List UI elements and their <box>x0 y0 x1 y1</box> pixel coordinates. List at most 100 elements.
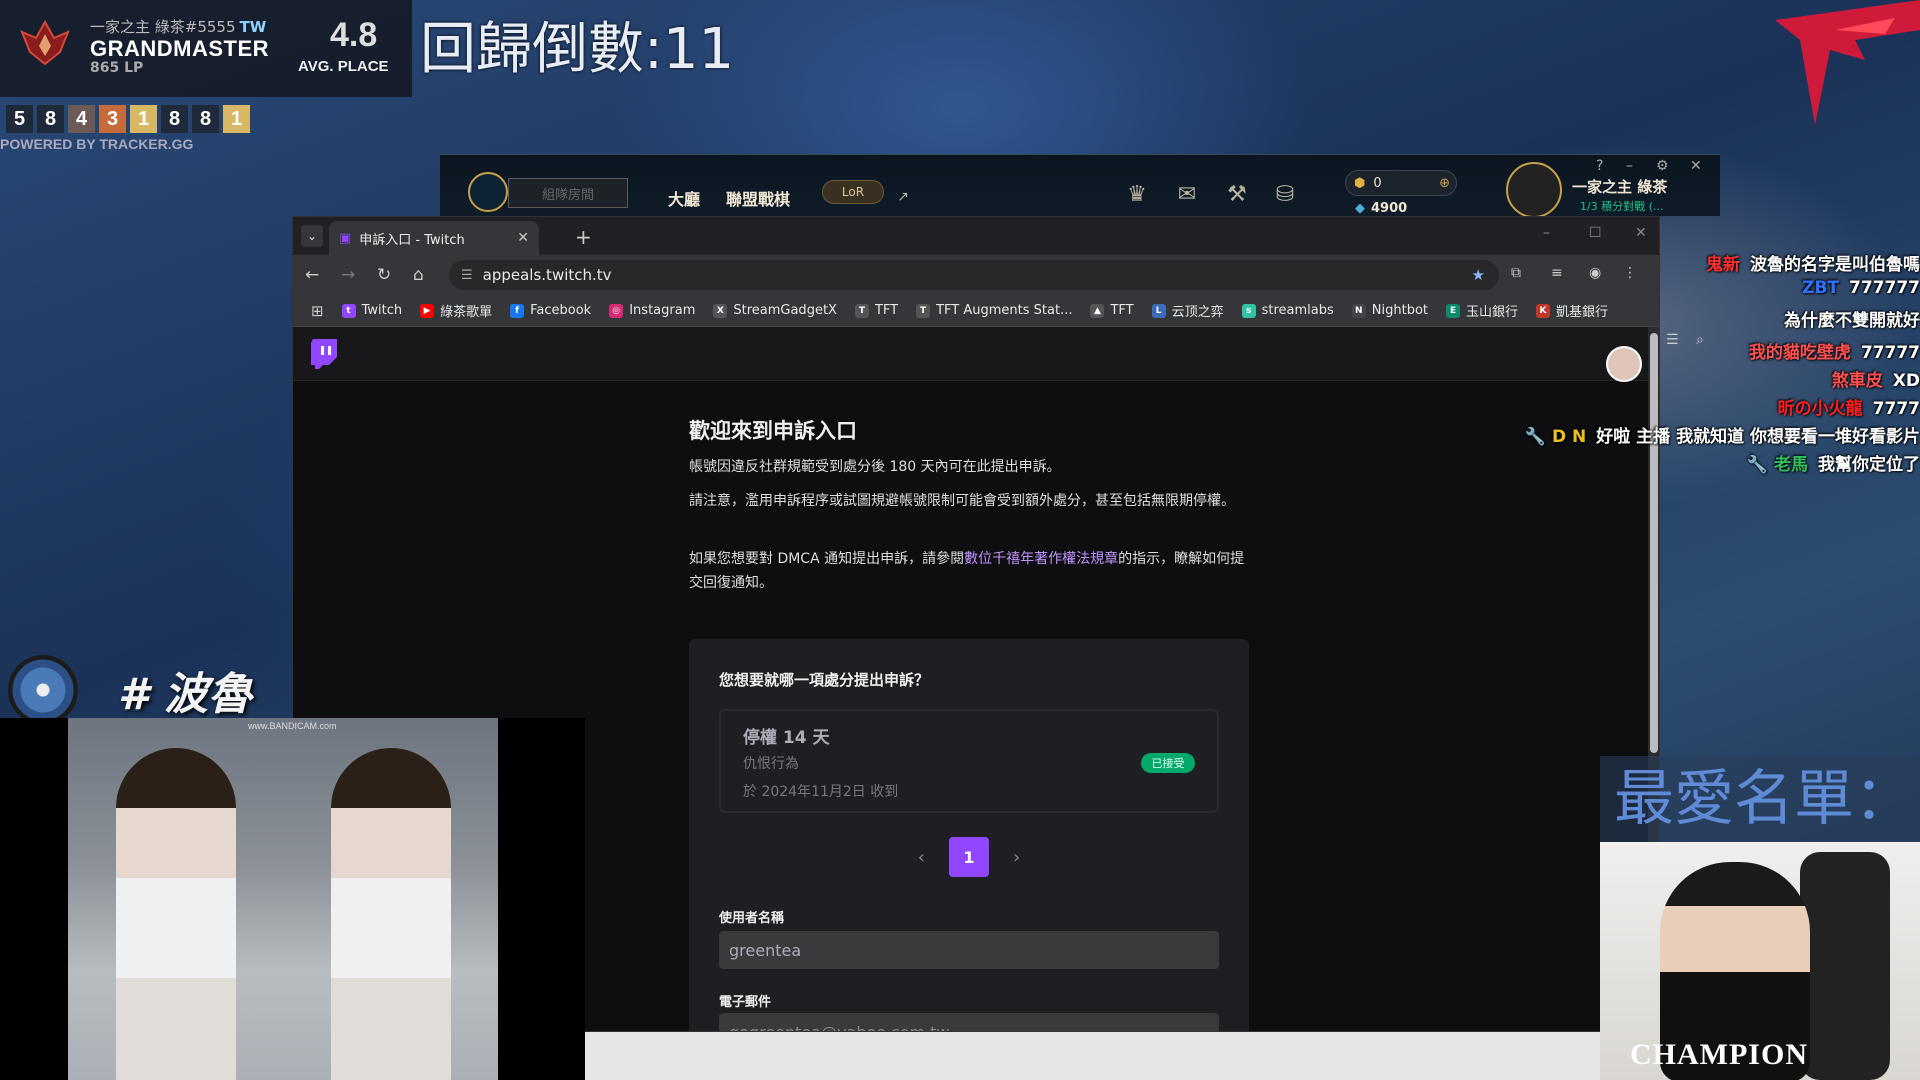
bookmark-item[interactable]: E 玉山銀行 <box>1446 301 1518 320</box>
music-disc-icon <box>8 655 78 725</box>
bookmark-item[interactable]: X StreamGadgetX <box>713 303 837 318</box>
riot-points[interactable]: ⬢ 0 ⊕ <box>1345 170 1457 196</box>
bookmark-item[interactable]: L 云顶之弈 <box>1151 301 1224 320</box>
lol-room-box[interactable]: 組隊房間 <box>508 178 628 208</box>
lol-play-button[interactable] <box>468 172 508 212</box>
countdown-text: 回歸倒數:11 <box>420 17 735 82</box>
page-button[interactable]: 1 <box>949 837 989 877</box>
bookmark-label: Twitch <box>361 303 403 318</box>
store-icon[interactable]: ⛁ <box>1272 182 1298 208</box>
status-badge: 已接受 <box>1141 753 1195 773</box>
lol-close-button[interactable]: ✕ <box>1690 158 1702 174</box>
bookmark-item[interactable]: T TFT <box>854 303 898 318</box>
bookmark-item[interactable]: T TFT Augments Stat... <box>916 303 1072 318</box>
bookmark-item[interactable]: ▶ 綠茶歌單 <box>420 301 492 320</box>
reload-icon[interactable]: ↻ <box>377 265 391 285</box>
bookmark-favicon-icon: ◎ <box>609 303 624 318</box>
username-field[interactable]: greentea <box>719 931 1219 969</box>
mail-icon[interactable]: ✉ <box>1174 182 1200 208</box>
pagination: ‹ 1 › <box>689 837 1249 877</box>
rp-value: 0 <box>1373 175 1382 191</box>
powered-by: POWERED BY TRACKER.GG <box>0 136 194 152</box>
menu-icon[interactable]: ⋮ <box>1623 265 1637 281</box>
chat-username: 煞車皮 <box>1831 371 1883 391</box>
chat-search-icon[interactable]: ⌕ <box>1696 332 1704 348</box>
placement-chip: 5 <box>6 105 33 133</box>
hashtag-text: # 波魯 <box>118 669 252 720</box>
bookmark-favicon-icon: L <box>1151 303 1166 318</box>
crafting-icon[interactable]: ⚒ <box>1224 182 1250 208</box>
twitch-logo-icon[interactable] <box>311 339 337 369</box>
avg-place-label: AVG. PLACE <box>298 58 389 75</box>
dmca-link[interactable]: 數位千禧年著作權法規章 <box>964 551 1118 567</box>
twitch-favicon-icon: ▣ <box>339 230 352 246</box>
bookmark-item[interactable]: ◎ Instagram <box>609 303 695 318</box>
tab-close-icon[interactable]: ✕ <box>517 230 529 246</box>
media-icon[interactable]: ≡ <box>1551 265 1563 281</box>
next-page-icon[interactable]: › <box>1013 847 1020 868</box>
placement-chip: 8 <box>37 105 64 133</box>
chat-username: ZBT <box>1802 278 1840 298</box>
external-link-icon[interactable]: ↗ <box>890 184 916 210</box>
new-tab-button[interactable]: + <box>575 225 592 249</box>
bookmark-item[interactable]: f Facebook <box>510 303 591 318</box>
add-rp-icon[interactable]: ⊕ <box>1439 176 1450 191</box>
url-input[interactable]: ☰ appeals.twitch.tv ★ <box>449 260 1499 290</box>
video-person <box>115 748 236 1080</box>
video-person <box>330 748 451 1080</box>
bookmark-item[interactable]: t Twitch <box>341 303 403 318</box>
chat-message: 我的貓吃壁虎 77777 <box>1749 338 1920 363</box>
bookmark-item[interactable]: K 凱基銀行 <box>1536 301 1608 320</box>
lol-nav-lobby[interactable]: 大廳 <box>668 186 700 210</box>
lol-nav-tft[interactable]: 聯盟戰棋 <box>726 186 790 210</box>
lol-settings-button[interactable]: ⚙ <box>1656 158 1669 174</box>
intro-paragraph-1: 帳號因違反社群規範受到處分後 180 天內可在此提出申訴。 <box>689 459 1061 475</box>
chat-list-icon[interactable]: ☰ <box>1666 332 1679 348</box>
browser-minimize-button[interactable]: – <box>1543 225 1550 241</box>
be-value: 4900 <box>1371 201 1408 216</box>
team-logo-icon <box>1775 0 1920 125</box>
prev-page-icon[interactable]: ‹ <box>918 847 925 868</box>
tab-appeals[interactable]: ▣ 申訴入口 - Twitch ✕ <box>329 221 539 255</box>
bookmark-item[interactable]: ▲ TFT <box>1090 303 1134 318</box>
extension-icon[interactable]: ⧉ <box>1511 265 1521 281</box>
lol-minimize-button[interactable]: – <box>1626 158 1633 174</box>
bookmark-item[interactable]: s streamlabs <box>1241 303 1334 318</box>
rank-player-name: 一家之主 綠茶#5555 TW <box>90 18 267 36</box>
chat-text: XD <box>1892 371 1920 391</box>
back-icon[interactable]: ← <box>305 265 319 285</box>
blue-essence: ◆ 4900 <box>1355 201 1407 216</box>
home-icon[interactable]: ⌂ <box>413 265 424 285</box>
sanction-item[interactable]: 停權 14 天 仇恨行為 於 2024年11月2日 收到 已接受 <box>719 709 1219 813</box>
summoner-avatar[interactable] <box>1506 162 1562 218</box>
lol-help-button[interactable]: ? <box>1596 158 1603 174</box>
forward-icon[interactable]: → <box>341 265 355 285</box>
bookmark-label: 凱基銀行 <box>1556 305 1609 320</box>
video-frame-left <box>68 718 283 1080</box>
address-bar: ← → ↻ ⌂ ☰ appeals.twitch.tv ★ ⧉ ≡ ◉ ⋮ <box>293 255 1659 295</box>
browser-maximize-button[interactable]: ☐ <box>1589 225 1602 241</box>
lol-lor-button[interactable]: LoR <box>822 180 884 204</box>
site-info-icon[interactable]: ☰ <box>461 268 473 283</box>
sanction-reason: 仇恨行為 <box>743 756 799 772</box>
profile-icon[interactable]: ◉ <box>1589 265 1601 281</box>
bookmark-favicon-icon: ▲ <box>1090 303 1105 318</box>
browser-close-button[interactable]: ✕ <box>1635 225 1647 241</box>
bookmark-favicon-icon: t <box>341 303 356 318</box>
scroll-thumb[interactable] <box>1650 333 1658 753</box>
apps-grid-icon[interactable]: ⊞ <box>311 302 324 320</box>
sanction-question: 您想要就哪一項處分提出申訴？ <box>719 671 930 689</box>
trophy-icon[interactable]: ♛ <box>1124 182 1150 208</box>
chat-message: 為什麼不雙開就好 <box>1784 306 1920 331</box>
bookmark-favicon-icon: T <box>916 303 931 318</box>
email-field[interactable]: gogreentea@yahoo.com.tw <box>719 1013 1219 1031</box>
chat-message: 煞車皮 XD <box>1832 366 1920 391</box>
webcam-chair <box>1800 852 1890 1080</box>
bookmark-label: Nightbot <box>1371 303 1429 318</box>
url-text: appeals.twitch.tv <box>482 266 612 284</box>
tab-search-button[interactable]: ⌄ <box>301 225 323 247</box>
rp-icon: ⬢ <box>1354 175 1366 191</box>
chat-username: 🔧 D N <box>1524 427 1587 447</box>
bookmark-star-icon[interactable]: ★ <box>1472 266 1485 284</box>
bookmark-item[interactable]: N Nightbot <box>1351 303 1429 318</box>
